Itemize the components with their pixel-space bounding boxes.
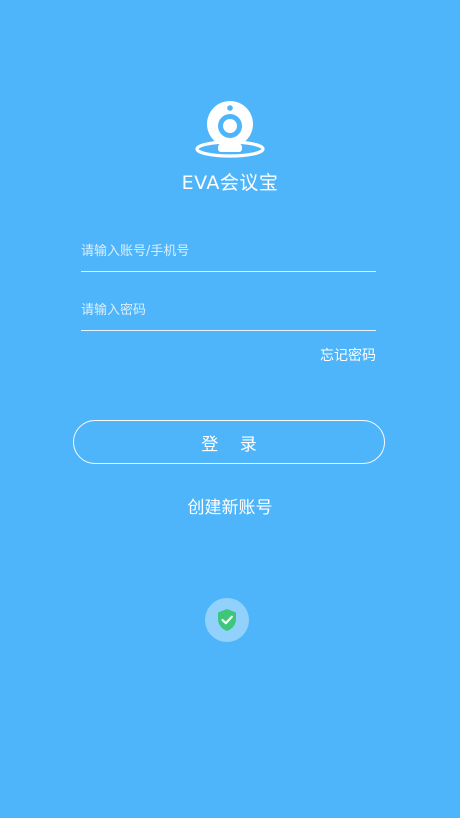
app-name: EVA会议宝: [181, 172, 279, 194]
webcam-logo-icon: [193, 100, 267, 160]
password-field: [81, 290, 376, 331]
security-badge[interactable]: [205, 598, 249, 642]
forgot-password-link[interactable]: 忘记密码: [320, 345, 376, 365]
create-account-link[interactable]: 创建新账号: [0, 493, 460, 518]
login-button[interactable]: 登 录: [73, 420, 385, 464]
password-input[interactable]: [81, 290, 376, 330]
login-screen: EVA会议宝 忘记密码 登 录 创建新账号: [0, 0, 460, 818]
account-input[interactable]: [81, 231, 376, 271]
account-field: [81, 231, 376, 272]
shield-check-icon: [216, 608, 238, 632]
